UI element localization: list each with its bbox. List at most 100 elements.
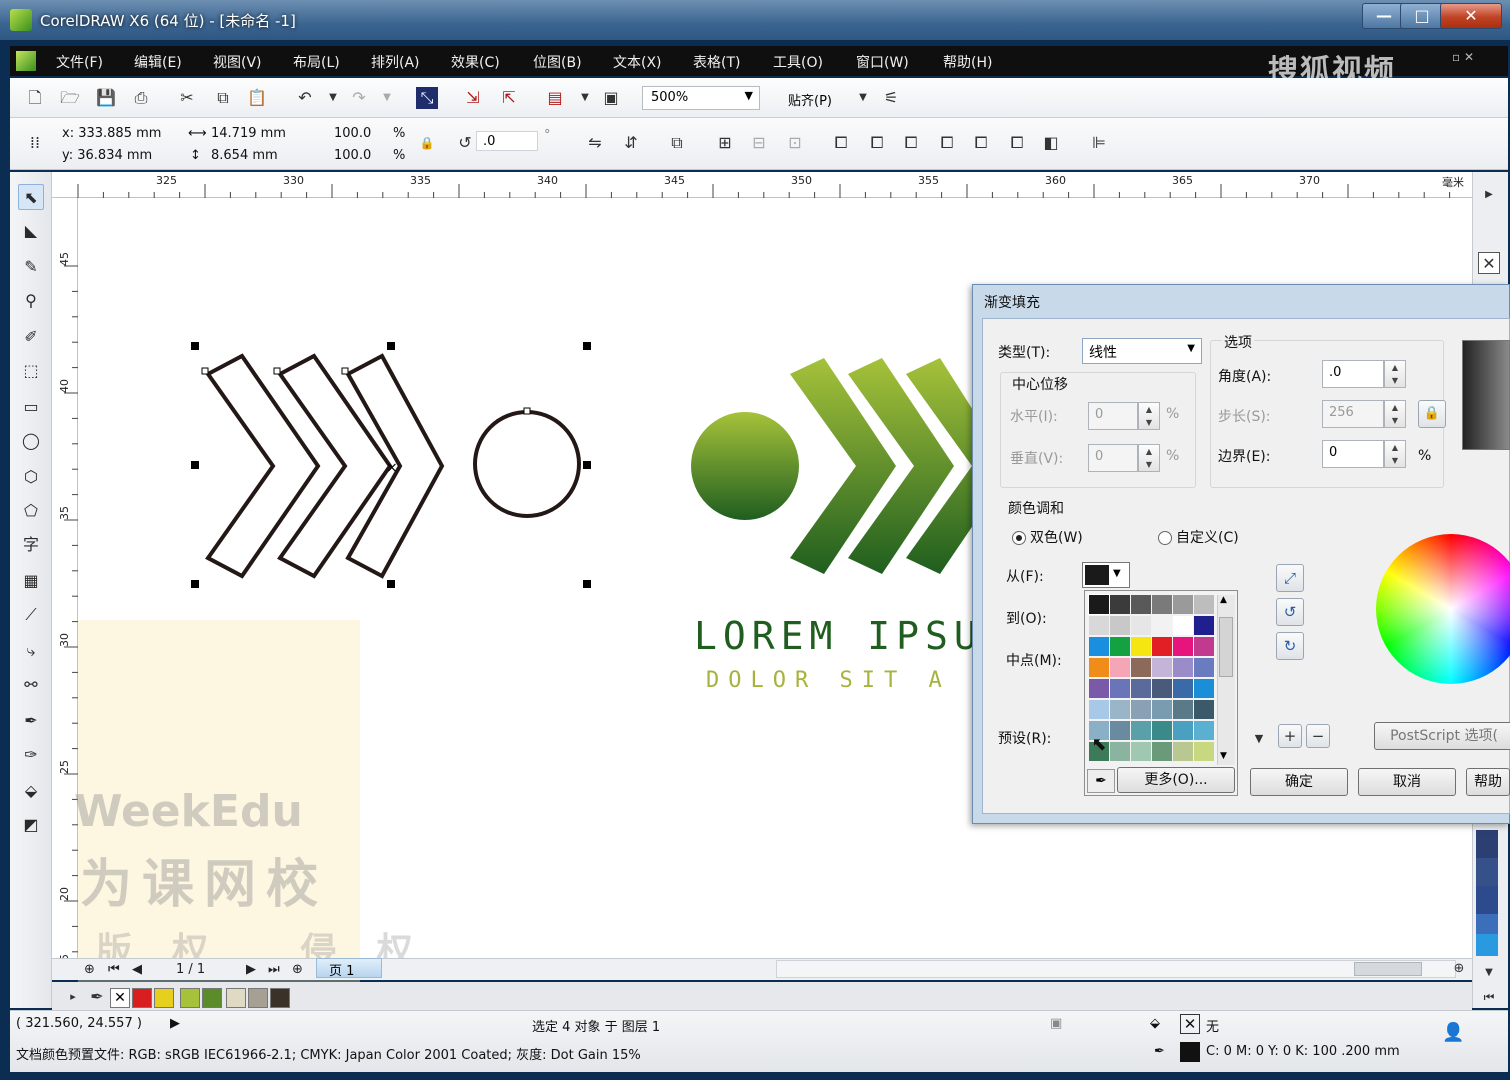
color-swatch[interactable] (1194, 616, 1214, 635)
crop-tool-icon[interactable]: ✎ (18, 254, 44, 280)
color-swatch[interactable] (1089, 679, 1109, 698)
page-tab[interactable]: 页 1 (316, 958, 382, 979)
lock-ratio-icon[interactable]: 🔒 (416, 132, 438, 154)
welcome-screen-icon[interactable]: ▣ (600, 87, 622, 109)
edge-pad-spinner[interactable]: ▲ ▼ (1384, 440, 1406, 468)
color-swatch[interactable] (1173, 721, 1193, 740)
no-color-swatch[interactable]: ✕ (110, 988, 130, 1008)
palette-menu-icon[interactable]: ▸ (62, 986, 84, 1008)
options-icon[interactable]: ⚟ (880, 87, 902, 109)
interactive-fill-tool-icon[interactable]: ◩ (18, 812, 44, 838)
vertical-offset-field[interactable]: 0 (1088, 444, 1138, 472)
palette-scroll-down-icon[interactable]: ▼ (1478, 962, 1500, 984)
angle-field[interactable]: .0 (1322, 360, 1384, 388)
blend-tool-icon[interactable]: ⚯ (18, 672, 44, 698)
back-minus-front-icon[interactable]: ⧠ (1006, 132, 1028, 154)
menu-table[interactable]: 表格(T) (693, 52, 740, 72)
palette-swatch[interactable] (1476, 830, 1498, 858)
color-swatch[interactable] (1173, 616, 1193, 635)
snap-to-button[interactable]: 贴齐(P) (788, 90, 832, 109)
object-height[interactable]: 8.654 mm (211, 148, 278, 163)
preset-dropdown-icon[interactable]: ▼ (1248, 728, 1270, 750)
group-icon[interactable]: ⧉ (666, 132, 688, 154)
two-color-label[interactable]: 双色(W) (1030, 527, 1083, 547)
logo-title-text[interactable]: LOREM IPSUI (694, 614, 1012, 658)
lock-steps-icon[interactable]: 🔒 (1418, 400, 1446, 428)
outline-color-swatch[interactable] (1180, 1042, 1200, 1062)
search-content-icon[interactable]: ⤡ (416, 87, 438, 109)
connector-tool-icon[interactable]: ⤷ (18, 638, 44, 664)
color-swatch[interactable] (1089, 637, 1109, 656)
menu-view[interactable]: 视图(V) (213, 52, 262, 72)
first-page-icon[interactable]: ⏮ (108, 962, 120, 977)
color-swatch[interactable] (1173, 595, 1193, 614)
palette-swatch-dark[interactable] (270, 988, 290, 1008)
front-minus-back-icon[interactable]: ⧠ (970, 132, 992, 154)
color-swatch[interactable] (1110, 742, 1130, 761)
snap-dropdown-icon[interactable]: ▼ (852, 87, 874, 109)
add-page-after-icon[interactable]: ⊕ (292, 962, 303, 977)
open-folder-icon[interactable]: 🗁 (59, 87, 81, 109)
scroll-down-icon[interactable]: ▼ (1220, 751, 1227, 761)
palette-swatch-beige[interactable] (226, 988, 246, 1008)
launcher-dropdown-icon[interactable]: ▼ (574, 87, 596, 109)
custom-radio[interactable] (1158, 531, 1172, 545)
align-distribute-icon[interactable]: ⊫ (1088, 132, 1110, 154)
color-swatch[interactable] (1194, 700, 1214, 719)
logo-subtitle-text[interactable]: DOLOR SIT A ME (706, 668, 1017, 693)
color-swatch[interactable] (1194, 679, 1214, 698)
color-swatch[interactable] (1194, 637, 1214, 656)
palette-swatch-red[interactable] (132, 988, 152, 1008)
custom-label[interactable]: 自定义(C) (1176, 527, 1239, 547)
color-swatch[interactable] (1131, 679, 1151, 698)
position-y[interactable]: y: 36.834 mm (62, 148, 152, 163)
menu-effects[interactable]: 效果(C) (451, 52, 500, 72)
popup-eyedropper-icon[interactable]: ✒ (1087, 769, 1115, 793)
ok-button[interactable]: 确定 (1250, 768, 1348, 796)
freehand-tool-icon[interactable]: ✐ (18, 324, 44, 350)
color-swatch[interactable] (1173, 658, 1193, 677)
rotation-angle-field[interactable]: .0 (476, 131, 538, 151)
color-swatch[interactable] (1152, 658, 1172, 677)
combine-icon[interactable]: ⊡ (784, 132, 806, 154)
cancel-button[interactable]: 取消 (1358, 768, 1456, 796)
menu-file[interactable]: 文件(F) (56, 52, 103, 72)
zoom-tool-icon[interactable]: ⚲ (18, 288, 44, 314)
color-swatch[interactable] (1173, 679, 1193, 698)
color-swatch[interactable] (1131, 637, 1151, 656)
horizontal-offset-spinner[interactable]: ▲ ▼ (1138, 402, 1160, 430)
direct-blend-icon[interactable]: ⤢ (1276, 564, 1304, 592)
color-swatch[interactable] (1152, 595, 1172, 614)
outline-pen-tool-icon[interactable]: ✑ (18, 742, 44, 768)
color-swatch[interactable] (1131, 742, 1151, 761)
ellipse-tool-icon[interactable]: ◯ (18, 428, 44, 454)
horizontal-scrollbar-thumb[interactable] (1354, 962, 1422, 976)
next-page-icon[interactable]: ▶ (246, 962, 256, 977)
scale-y[interactable]: 100.0 (334, 148, 371, 163)
color-swatch[interactable] (1131, 721, 1151, 740)
maximize-button[interactable]: □ (1400, 3, 1444, 29)
menu-window[interactable]: 窗口(W) (856, 52, 909, 72)
palette-swatch[interactable] (1476, 934, 1498, 956)
menu-help[interactable]: 帮助(H) (943, 52, 992, 72)
clockwise-blend-icon[interactable]: ↻ (1276, 632, 1304, 660)
color-swatch[interactable] (1110, 658, 1130, 677)
basic-shapes-tool-icon[interactable]: ⬠ (18, 498, 44, 524)
popup-scrollbar[interactable]: ▲ ▼ (1217, 595, 1235, 765)
postscript-options-button[interactable]: PostScript 选项( (1374, 722, 1510, 750)
color-swatch[interactable] (1194, 721, 1214, 740)
color-swatch[interactable] (1110, 700, 1130, 719)
position-x[interactable]: x: 333.885 mm (62, 126, 161, 141)
new-document-icon[interactable]: 🗋 (24, 87, 46, 109)
scroll-right-icon[interactable]: ▶ (1478, 184, 1500, 206)
color-profile-info[interactable]: 文档颜色预置文件: RGB: sRGB IEC61966-2.1; CMYK: … (16, 1044, 641, 1063)
color-swatch[interactable] (1152, 637, 1172, 656)
weld-icon[interactable]: ⧠ (830, 132, 852, 154)
zoom-level-select[interactable]: 500% ▼ (642, 86, 760, 110)
popup-scroll-thumb[interactable] (1219, 617, 1233, 677)
dimension-tool-icon[interactable]: ⟋ (18, 602, 44, 628)
save-icon[interactable]: 💾 (95, 87, 117, 109)
fill-type-select[interactable]: 线性 ▼ (1082, 338, 1202, 364)
undo-dropdown-icon[interactable]: ▼ (322, 87, 344, 109)
palette-swatch-yellow[interactable] (154, 988, 174, 1008)
